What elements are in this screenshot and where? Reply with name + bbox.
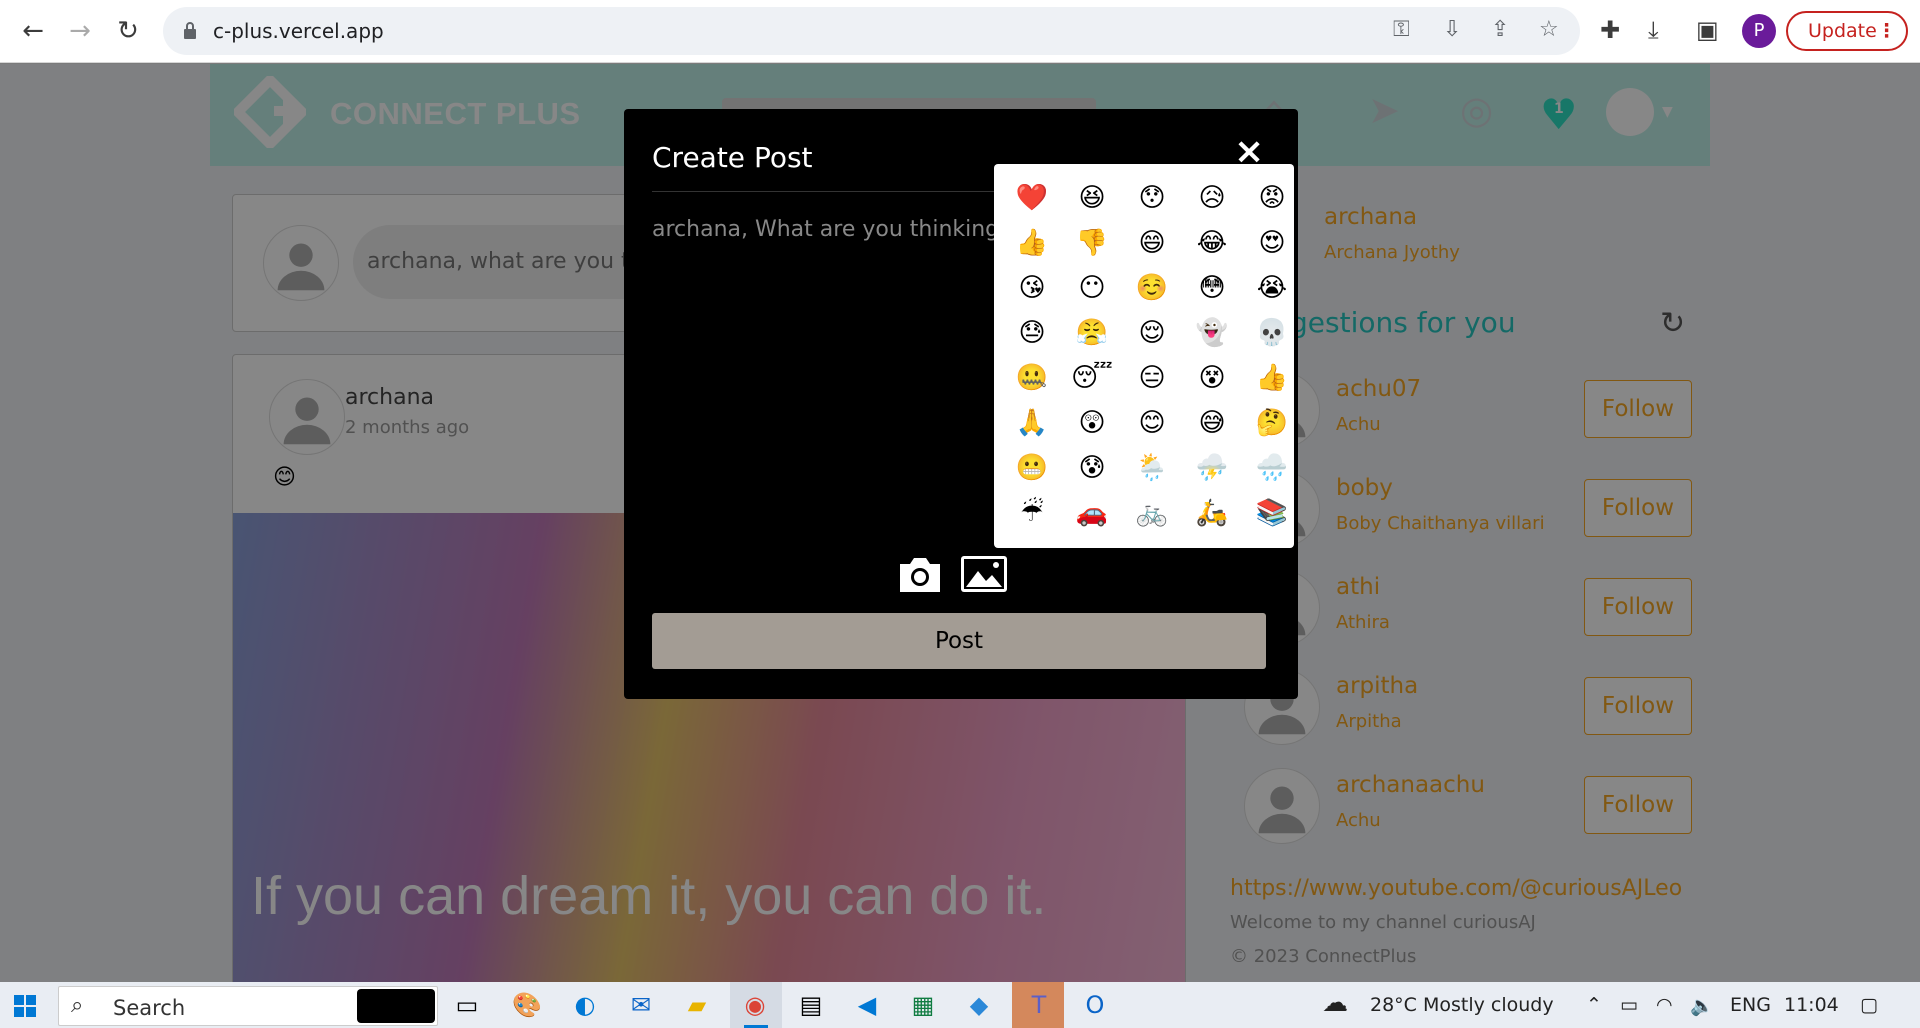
emoji-option[interactable]: 😰 bbox=[1062, 446, 1122, 491]
emoji-option[interactable]: 😲 bbox=[1062, 401, 1122, 446]
install-icon[interactable]: ⇩ bbox=[1443, 17, 1461, 42]
emoji-option[interactable]: 🌧️ bbox=[1242, 446, 1302, 491]
post-textarea[interactable]: archana, What are you thinking? bbox=[652, 217, 1011, 242]
emoji-option[interactable]: 😡 bbox=[1242, 176, 1302, 221]
emoji-option[interactable]: 😌 bbox=[1122, 311, 1182, 356]
app-icon[interactable]: ◆ bbox=[964, 990, 994, 1020]
downloads-icon[interactable]: ⤓ bbox=[1648, 16, 1659, 44]
taskbar-search[interactable]: ⌕ Search bbox=[58, 986, 438, 1026]
browser-toolbar: ← → ↻ c-plus.vercel.app ⚿ ⇩ ⇪ ☆ ✚ ⤓ ▣ P … bbox=[0, 0, 1920, 63]
emoji-option[interactable]: 💀 bbox=[1242, 311, 1302, 356]
chevron-up-icon[interactable]: ⌃ bbox=[1586, 994, 1602, 1016]
forward-icon[interactable]: → bbox=[64, 15, 96, 47]
emoji-option[interactable]: 😍 bbox=[1242, 221, 1302, 266]
wifi-icon[interactable]: ◠ bbox=[1656, 994, 1673, 1016]
emoji-option[interactable]: 😊 bbox=[1122, 401, 1182, 446]
update-button[interactable]: Update ⋮ bbox=[1786, 11, 1908, 51]
emoji-option[interactable]: 😵 bbox=[1182, 356, 1242, 401]
post-button[interactable]: Post bbox=[652, 613, 1266, 669]
emoji-option[interactable]: 👍 bbox=[1002, 221, 1062, 266]
reload-icon[interactable]: ↻ bbox=[112, 15, 144, 47]
menu-dots-icon: ⋮ bbox=[1877, 20, 1896, 42]
emoji-option[interactable]: 😂 bbox=[1182, 221, 1242, 266]
emoji-grid: ❤️ 😆 😯 😥 😡 👍 👎 😄 😂 😍 😘 😶 ☺️ 😳 😭 😓 😤 😌 👻 💀 🤐 😴 😑 😵 👍 🙏 😲 😊 😅 🤔 😬 😰 🌦️ ⛈️ 🌧️… bbox=[1002, 176, 1294, 536]
emoji-option[interactable]: 🚲 bbox=[1122, 491, 1182, 536]
task-view-icon[interactable]: ▭ bbox=[452, 990, 482, 1020]
paint-icon[interactable]: 🎨 bbox=[512, 990, 542, 1020]
battery-icon[interactable]: ▭ bbox=[1620, 994, 1638, 1016]
modal-title: Create Post bbox=[652, 141, 813, 174]
emoji-option[interactable]: 📚 bbox=[1242, 491, 1302, 536]
notifications-icon[interactable]: ▢ bbox=[1860, 994, 1878, 1016]
emoji-option[interactable]: 🌦️ bbox=[1122, 446, 1182, 491]
emoji-option[interactable]: ❤️ bbox=[1002, 176, 1062, 221]
extensions-icon[interactable]: ✚ bbox=[1600, 16, 1620, 44]
emoji-option[interactable]: 😭 bbox=[1242, 266, 1302, 311]
back-icon[interactable]: ← bbox=[17, 15, 49, 47]
emoji-option[interactable]: 😘 bbox=[1002, 266, 1062, 311]
emoji-option[interactable]: 😥 bbox=[1182, 176, 1242, 221]
emoji-option[interactable]: 😬 bbox=[1002, 446, 1062, 491]
terminal-icon[interactable]: ▤ bbox=[796, 990, 826, 1020]
notepad-icon[interactable]: ▦ bbox=[908, 990, 938, 1020]
emoji-option[interactable]: 😆 bbox=[1062, 176, 1122, 221]
side-panel-icon[interactable]: ▣ bbox=[1696, 16, 1719, 44]
search-icon: ⌕ bbox=[71, 993, 84, 1018]
file-explorer-icon[interactable]: ▰ bbox=[682, 990, 712, 1020]
emoji-option[interactable]: 🚗 bbox=[1062, 491, 1122, 536]
emoji-option[interactable]: 😅 bbox=[1182, 401, 1242, 446]
weather-text[interactable]: 28°C Mostly cloudy bbox=[1370, 994, 1554, 1016]
search-highlight bbox=[357, 989, 435, 1023]
profile-avatar[interactable]: P bbox=[1742, 14, 1776, 48]
language-indicator[interactable]: ENG bbox=[1730, 994, 1771, 1016]
mail-icon[interactable]: ✉ bbox=[626, 990, 656, 1020]
emoji-option[interactable]: ☺️ bbox=[1122, 266, 1182, 311]
windows-taskbar: ⌕ Search ▭ 🎨 ◐ ✉ ▰ ◉ ▤ ◀ ▦ ◆ T O ☁ 28°C … bbox=[0, 982, 1920, 1028]
url-text: c-plus.vercel.app bbox=[213, 19, 384, 43]
emoji-option[interactable]: 🛵 bbox=[1182, 491, 1242, 536]
weather-cloud-icon[interactable]: ☁ bbox=[1322, 988, 1348, 1018]
teams-icon[interactable]: T bbox=[1024, 990, 1054, 1020]
emoji-option[interactable]: ⛈️ bbox=[1182, 446, 1242, 491]
emoji-picker: ❤️ 😆 😯 😥 😡 👍 👎 😄 😂 😍 😘 😶 ☺️ 😳 😭 😓 😤 😌 👻 💀 🤐 😴 😑 😵 👍 🙏 😲 😊 😅 🤔 😬 😰 🌦️ ⛈️ 🌧️… bbox=[994, 164, 1294, 548]
lock-icon bbox=[184, 22, 196, 39]
chrome-icon[interactable]: ◉ bbox=[740, 990, 770, 1020]
emoji-option[interactable]: 👎 bbox=[1062, 221, 1122, 266]
image-icon[interactable] bbox=[960, 555, 1008, 593]
emoji-option[interactable]: 😤 bbox=[1062, 311, 1122, 356]
emoji-option[interactable]: 😯 bbox=[1122, 176, 1182, 221]
address-bar[interactable]: c-plus.vercel.app ⚿ ⇩ ⇪ ☆ bbox=[163, 7, 1580, 55]
update-label: Update bbox=[1808, 20, 1877, 42]
emoji-option[interactable]: 😄 bbox=[1122, 221, 1182, 266]
key-icon[interactable]: ⚿ bbox=[1393, 17, 1410, 42]
emoji-option[interactable]: 😶 bbox=[1062, 266, 1122, 311]
bookmark-star-icon[interactable]: ☆ bbox=[1539, 17, 1559, 42]
emoji-option[interactable]: 😓 bbox=[1002, 311, 1062, 356]
emoji-option[interactable]: 👻 bbox=[1182, 311, 1242, 356]
emoji-option[interactable]: 😑 bbox=[1122, 356, 1182, 401]
emoji-option[interactable]: 🤔 bbox=[1242, 401, 1302, 446]
emoji-option[interactable]: 🤐 bbox=[1002, 356, 1062, 401]
emoji-option[interactable]: 😳 bbox=[1182, 266, 1242, 311]
emoji-option[interactable]: ☔ bbox=[1002, 491, 1062, 536]
camera-icon[interactable] bbox=[896, 554, 944, 596]
outlook-icon[interactable]: O bbox=[1080, 990, 1110, 1020]
edge-icon[interactable]: ◐ bbox=[570, 990, 600, 1020]
taskbar-search-label: Search bbox=[113, 996, 186, 1020]
windows-start-icon[interactable] bbox=[14, 995, 36, 1017]
clock[interactable]: 11:04 bbox=[1784, 994, 1839, 1016]
emoji-option[interactable]: 🙏 bbox=[1002, 401, 1062, 446]
emoji-option[interactable]: 👍 bbox=[1242, 356, 1302, 401]
volume-icon[interactable]: 🔈 bbox=[1690, 994, 1714, 1017]
share-icon[interactable]: ⇪ bbox=[1491, 17, 1509, 42]
emoji-option[interactable]: 😴 bbox=[1062, 356, 1122, 401]
vscode-icon[interactable]: ◀ bbox=[852, 990, 882, 1020]
